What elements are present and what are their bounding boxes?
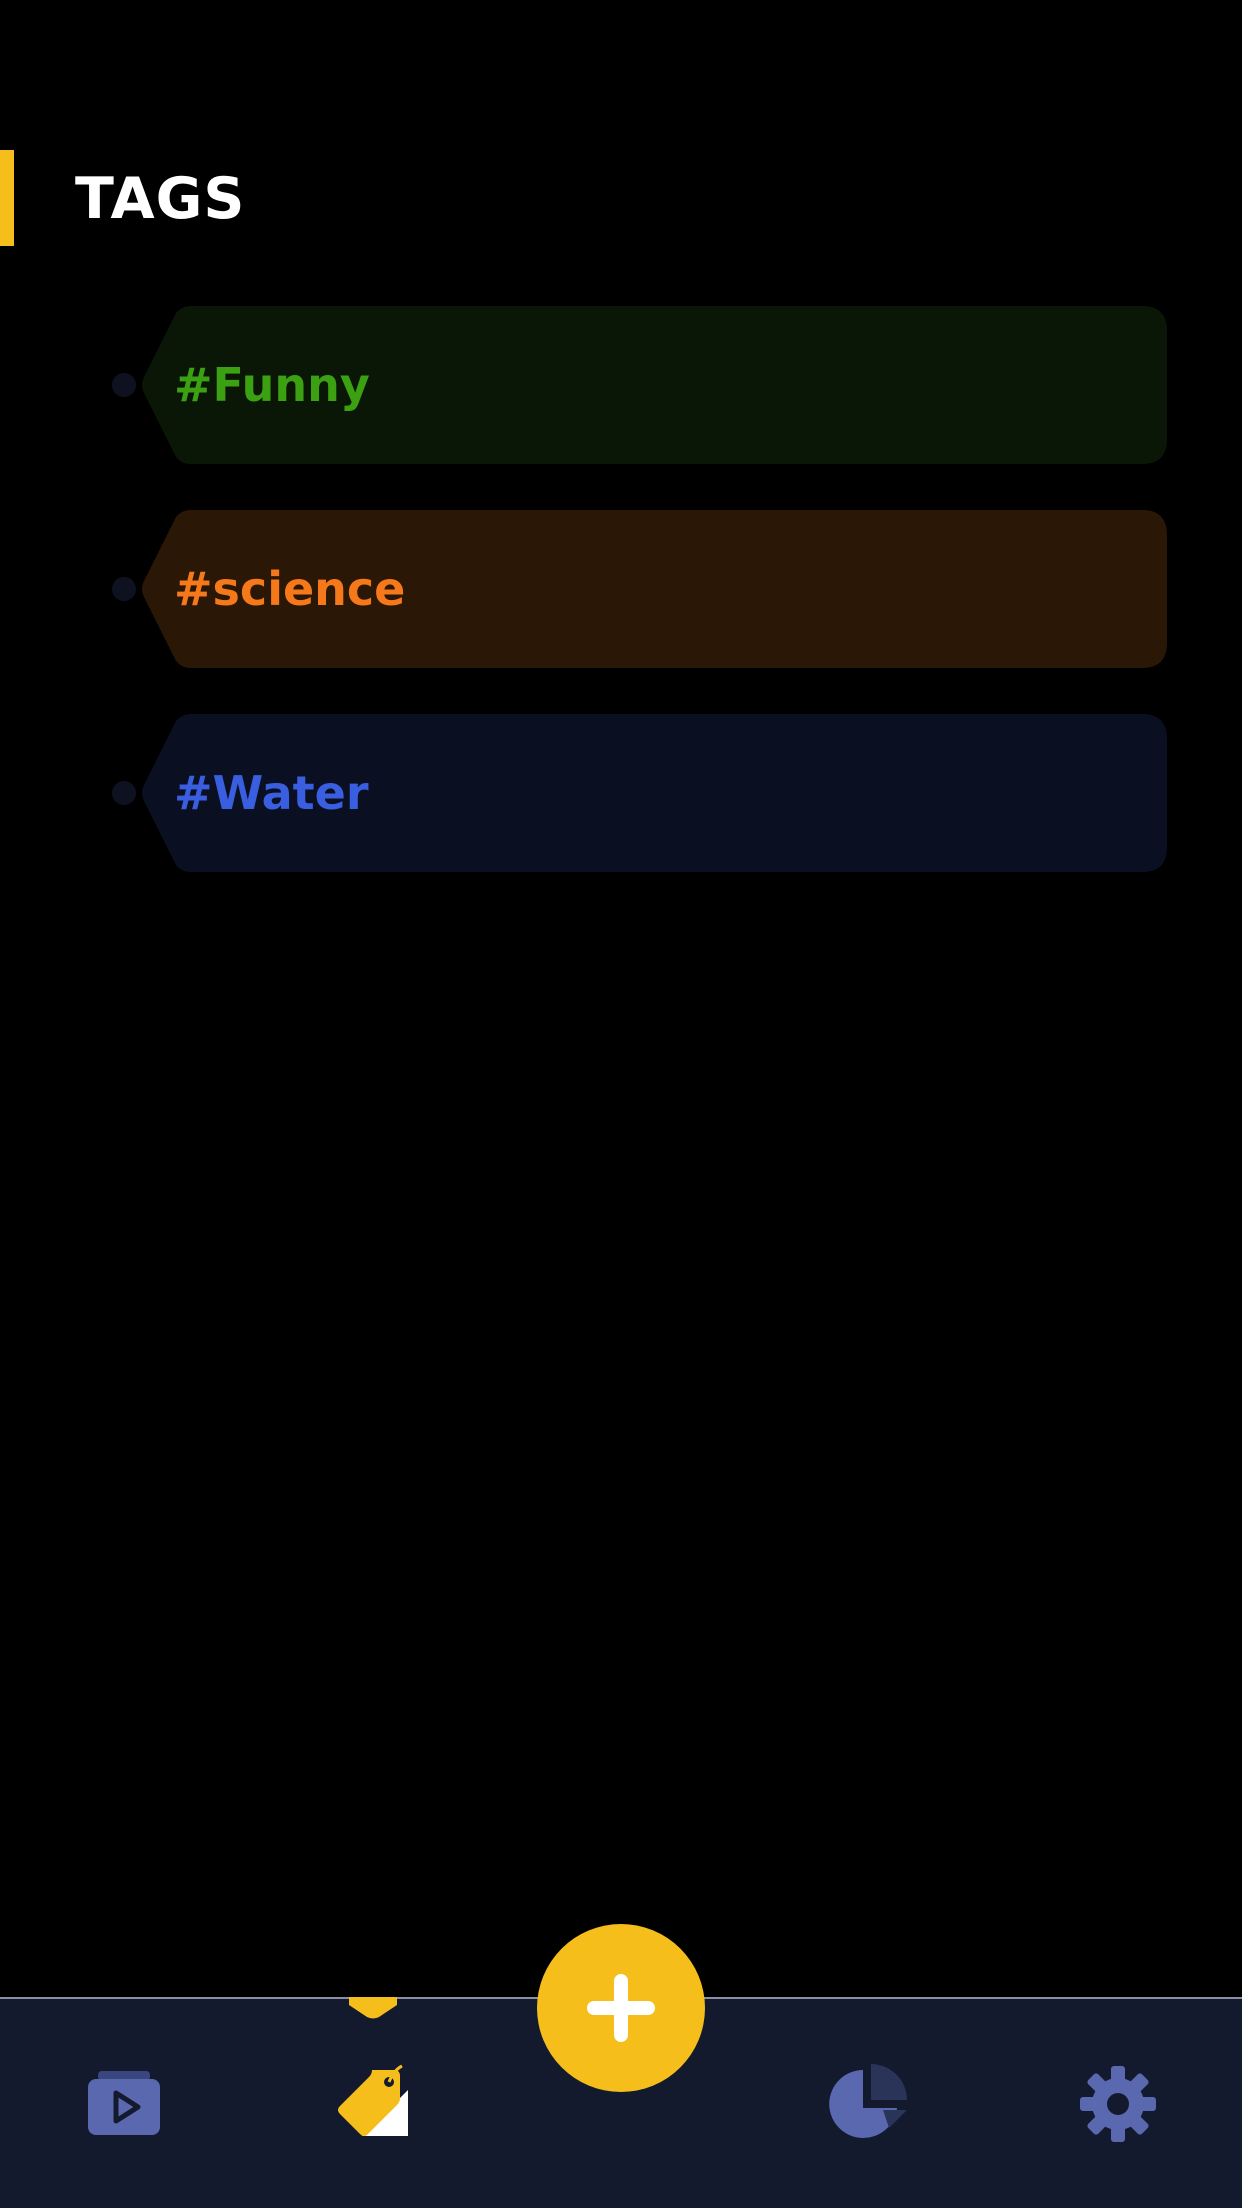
tag-label: #Water: [174, 766, 369, 820]
tag-label: #science: [174, 562, 406, 616]
nav-tags-button[interactable]: [322, 2059, 422, 2149]
gear-icon: [1080, 2066, 1156, 2142]
plus-icon: [587, 1974, 655, 2042]
nav-videos-button[interactable]: [74, 2059, 174, 2149]
tag-hole-dot: [112, 577, 136, 601]
tag-hole-dot: [112, 781, 136, 805]
tag-item-water[interactable]: #Water: [112, 714, 1167, 872]
page-header: TAGS: [0, 150, 1242, 246]
pie-chart-icon: [829, 2064, 907, 2138]
add-tag-button[interactable]: [537, 1924, 705, 2092]
video-folder-icon: [88, 2071, 160, 2135]
tag-item-science[interactable]: #science: [112, 510, 1167, 668]
header-accent-bar: [0, 150, 14, 246]
active-tab-indicator: [349, 1997, 397, 2019]
tag-hole-dot: [112, 373, 136, 397]
page-title: TAGS: [75, 166, 246, 232]
nav-stats-button[interactable]: [820, 2059, 920, 2149]
nav-settings-button[interactable]: [1068, 2059, 1168, 2149]
tag-icon: [338, 2064, 408, 2136]
tag-item-funny[interactable]: #Funny: [112, 306, 1167, 464]
tag-label: #Funny: [174, 358, 370, 412]
